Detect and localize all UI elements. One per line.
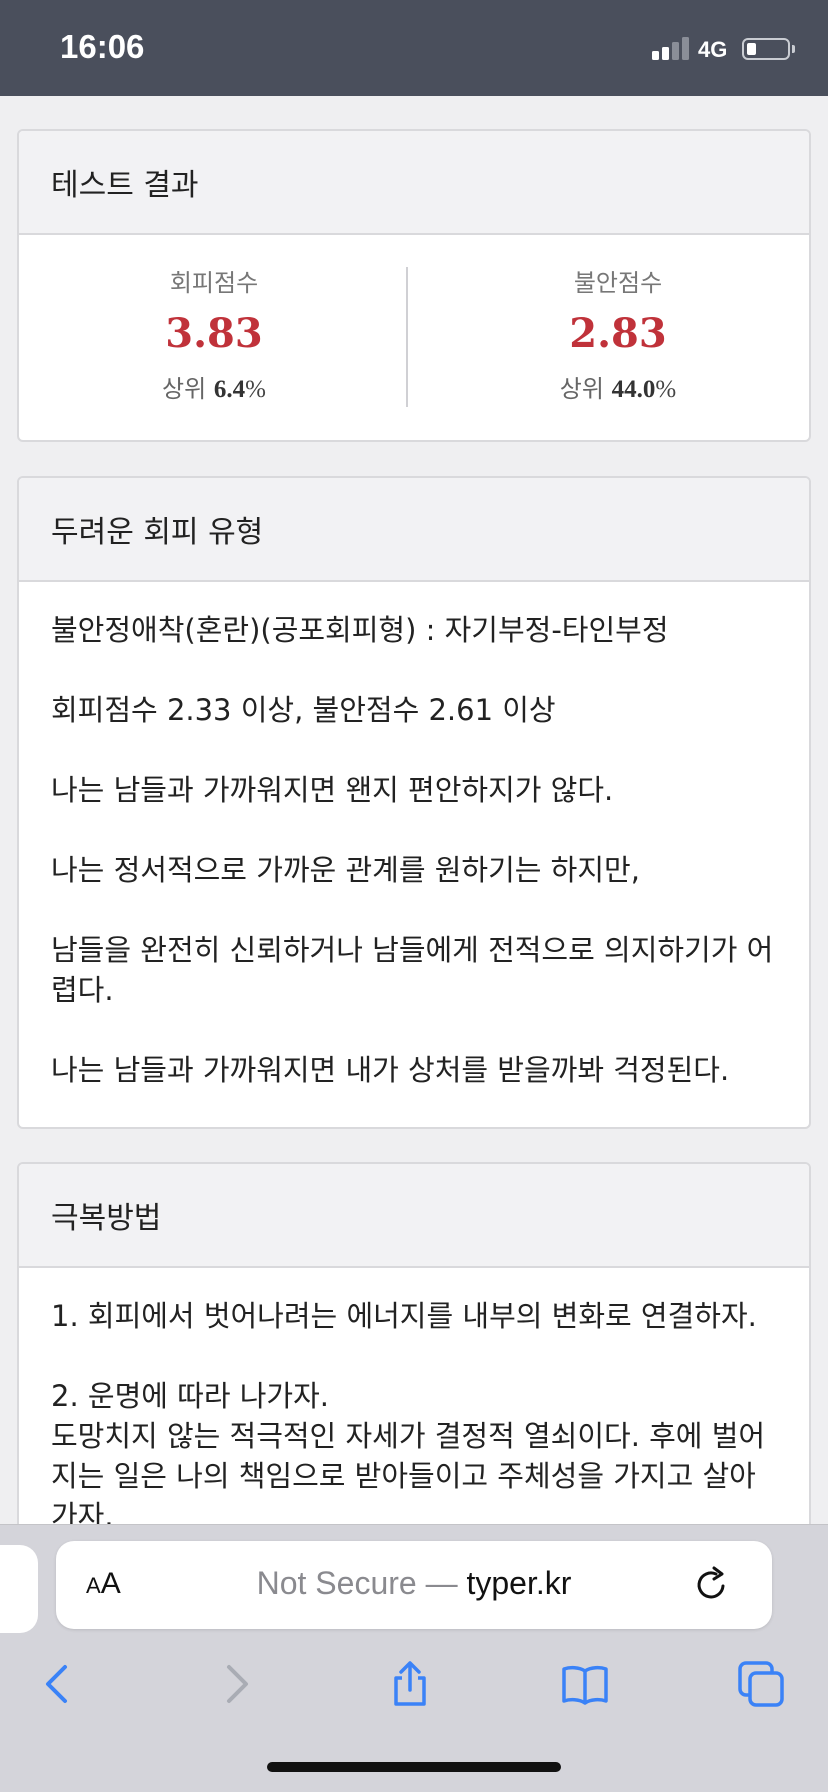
test-result-card: 테스트 결과 회피점수 3.83 상위 6.4% 불안점수 2.83 상위 44…: [17, 129, 811, 442]
anxiety-rank-unit: %: [655, 376, 677, 403]
avoidance-rank-prefix: 상위: [162, 375, 207, 403]
type-paragraph: 불안정애착(혼란)(공포회피형) : 자기부정-타인부정: [51, 613, 669, 647]
status-bar: 16:06 4G: [0, 0, 828, 96]
reload-icon[interactable]: [692, 1565, 732, 1605]
anxiety-rank: 상위 44.0%: [423, 369, 809, 404]
solution-paragraph: 도망치지 않는 적극적인 자세가 결정적 열쇠이다. 후에 벌어지는 일은 나의…: [51, 1419, 766, 1533]
avoidance-rank-unit: %: [245, 376, 266, 403]
solution-card: 극복방법 1. 회피에서 벗어나려는 에너지를 내부의 변화로 연결하자. 2.…: [17, 1162, 811, 1582]
attachment-type-body: 불안정애착(혼란)(공포회피형) : 자기부정-타인부정 회피점수 2.33 이…: [19, 582, 809, 1110]
test-result-title: 테스트 결과: [19, 131, 809, 235]
anxiety-rank-value: 44.0: [611, 376, 656, 403]
battery-nub: [792, 45, 795, 53]
type-paragraph: 나는 정서적으로 가까운 관계를 원하기는 하지만,: [51, 853, 640, 887]
tabs-icon[interactable]: [736, 1659, 786, 1709]
type-paragraph: 나는 남들과 가까워지면 왠지 편안하지가 않다.: [51, 773, 614, 807]
bookmarks-icon[interactable]: [560, 1659, 610, 1709]
type-paragraph: 회피점수 2.33 이상, 불안점수 2.61 이상: [51, 693, 556, 727]
avoidance-rank-value: 6.4: [213, 376, 246, 403]
attachment-type-title: 두려운 회피 유형: [19, 478, 809, 582]
browser-bottom-bar: AA Not Secure — typer.kr: [0, 1524, 828, 1792]
signal-strength-icon: [652, 36, 690, 60]
previous-tab-preview[interactable]: [0, 1545, 38, 1633]
status-time: 16:06: [60, 28, 145, 65]
anxiety-score-label: 불안점수: [573, 269, 663, 297]
score-divider: [406, 267, 408, 407]
anxiety-rank-prefix: 상위: [559, 375, 604, 403]
solution-paragraph: 1. 회피에서 벗어나려는 에너지를 내부의 변화로 연결하자.: [51, 1299, 757, 1333]
network-type: 4G: [698, 37, 728, 62]
type-paragraph: 남들을 완전히 신뢰하거나 남들에게 전적으로 의지하기가 어렵다.: [51, 933, 774, 1007]
avoidance-score-label: 회피점수: [169, 269, 259, 297]
battery-icon: [742, 38, 790, 60]
address-bar[interactable]: AA Not Secure — typer.kr: [56, 1541, 772, 1629]
share-icon[interactable]: [385, 1659, 435, 1709]
anxiety-score-block: 불안점수 2.83 상위 44.0%: [423, 235, 809, 404]
avoidance-score-value: 3.83: [165, 310, 263, 357]
avoidance-rank: 상위 6.4%: [19, 369, 409, 404]
url-text[interactable]: Not Secure — typer.kr: [56, 1565, 772, 1602]
forward-icon[interactable]: [212, 1659, 262, 1709]
anxiety-score-value: 2.83: [569, 310, 667, 357]
score-row: 회피점수 3.83 상위 6.4% 불안점수 2.83 상위 44.0%: [19, 235, 809, 435]
url-security-prefix: Not Secure —: [256, 1565, 467, 1601]
home-indicator: [267, 1762, 561, 1772]
avoidance-score-block: 회피점수 3.83 상위 6.4%: [19, 235, 409, 404]
url-host: typer.kr: [466, 1565, 572, 1601]
back-icon[interactable]: [32, 1659, 82, 1709]
solution-paragraph: 2. 운명에 따라 나가자.: [51, 1379, 329, 1413]
type-paragraph: 나는 남들과 가까워지면 내가 상처를 받을까봐 걱정된다.: [51, 1053, 730, 1087]
solution-title: 극복방법: [19, 1164, 809, 1268]
attachment-type-card: 두려운 회피 유형 불안정애착(혼란)(공포회피형) : 자기부정-타인부정 회…: [17, 476, 811, 1129]
